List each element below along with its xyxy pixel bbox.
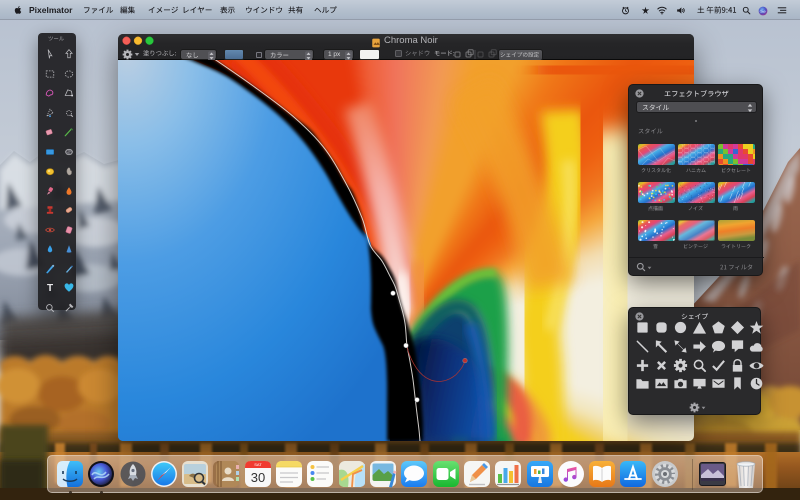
svg-text:30: 30: [251, 470, 265, 485]
svg-text:SAT: SAT: [254, 462, 262, 467]
